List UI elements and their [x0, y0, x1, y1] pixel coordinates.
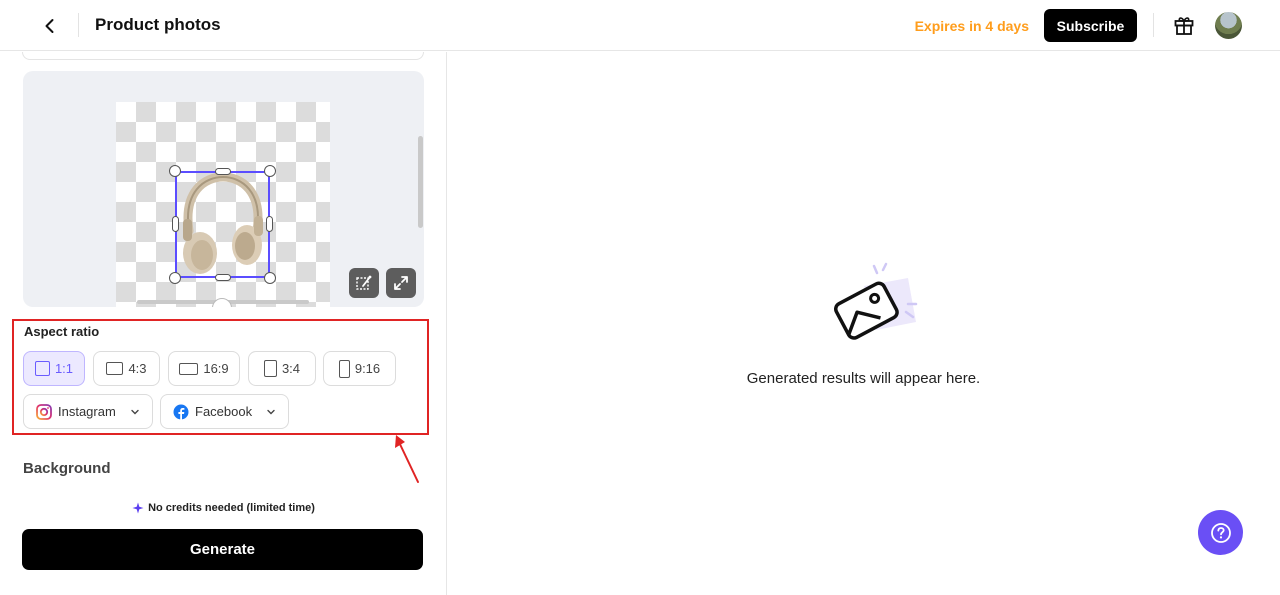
portrait-ratio-icon — [263, 360, 277, 377]
top-bar: Product photos Expires in 4 days Subscri… — [0, 0, 1280, 51]
header-divider — [78, 13, 79, 37]
ratio-option-3-4[interactable]: 3:4 — [248, 351, 316, 386]
gift-button[interactable] — [1171, 12, 1197, 38]
back-button[interactable] — [36, 12, 64, 40]
landscape-ratio-icon — [106, 362, 124, 375]
facebook-dropdown[interactable]: Facebook — [160, 394, 289, 429]
product-preview — [23, 71, 424, 307]
ratio-option-label: 3:4 — [281, 361, 301, 376]
help-button[interactable] — [1198, 510, 1243, 555]
ratio-option-label: 4:3 — [128, 361, 147, 376]
vertical-scrollbar[interactable] — [418, 136, 423, 228]
instagram-icon — [36, 403, 52, 420]
chevron-down-icon — [131, 409, 139, 414]
resize-handle[interactable] — [264, 165, 276, 177]
prompt-field[interactable] — [22, 52, 424, 60]
resize-handle[interactable] — [169, 165, 181, 177]
resize-handle[interactable] — [172, 216, 179, 232]
selection-box[interactable] — [175, 171, 270, 278]
chevron-left-icon — [45, 19, 54, 33]
wide-ratio-icon — [179, 362, 199, 375]
page-title: Product photos — [95, 15, 221, 34]
credits-note: No credits needed (limited time) — [0, 502, 447, 514]
generate-button[interactable]: Generate — [22, 529, 423, 570]
aspect-ratio-label: Aspect ratio — [24, 324, 100, 339]
magic-edit-button[interactable] — [349, 268, 379, 298]
resize-handle[interactable] — [215, 274, 231, 281]
expand-button[interactable] — [386, 268, 416, 298]
left-panel: Aspect ratio 1:1 4:3 16:9 3:4 9:16 Insta… — [0, 52, 447, 595]
resize-handle[interactable] — [215, 168, 231, 175]
chevron-down-icon — [267, 409, 275, 414]
empty-results-text: Generated results will appear here. — [746, 370, 981, 387]
annotation-arrow — [395, 435, 419, 483]
ratio-option-label: 9:16 — [354, 361, 381, 376]
sparkle-icon — [132, 502, 144, 514]
ratio-option-1-1[interactable]: 1:1 — [23, 351, 85, 386]
ratio-option-label: 1:1 — [54, 361, 74, 376]
subscribe-button[interactable]: Subscribe — [1044, 9, 1137, 42]
trial-expiry-text: Expires in 4 days — [914, 18, 1029, 34]
expand-icon — [394, 276, 408, 290]
instagram-dropdown[interactable]: Instagram — [23, 394, 153, 429]
facebook-label: Facebook — [195, 404, 253, 419]
square-ratio-icon — [34, 361, 50, 376]
resize-handle[interactable] — [266, 216, 273, 232]
header-divider — [1153, 13, 1154, 37]
tall-ratio-icon — [338, 359, 350, 378]
ratio-option-16-9[interactable]: 16:9 — [168, 351, 240, 386]
resize-handle[interactable] — [169, 272, 181, 284]
image-placeholder-icon — [834, 262, 918, 340]
ratio-option-4-3[interactable]: 4:3 — [93, 351, 160, 386]
gift-icon — [1174, 17, 1194, 35]
help-icon — [1210, 522, 1231, 543]
instagram-label: Instagram — [58, 404, 116, 419]
ratio-option-9-16[interactable]: 9:16 — [323, 351, 396, 386]
magic-edit-icon — [356, 275, 372, 290]
ratio-option-label: 16:9 — [203, 361, 229, 376]
credits-text: No credits needed (limited time) — [148, 502, 315, 514]
facebook-icon — [173, 404, 189, 420]
avatar[interactable] — [1215, 12, 1242, 39]
background-label: Background — [23, 460, 111, 477]
resize-handle[interactable] — [264, 272, 276, 284]
